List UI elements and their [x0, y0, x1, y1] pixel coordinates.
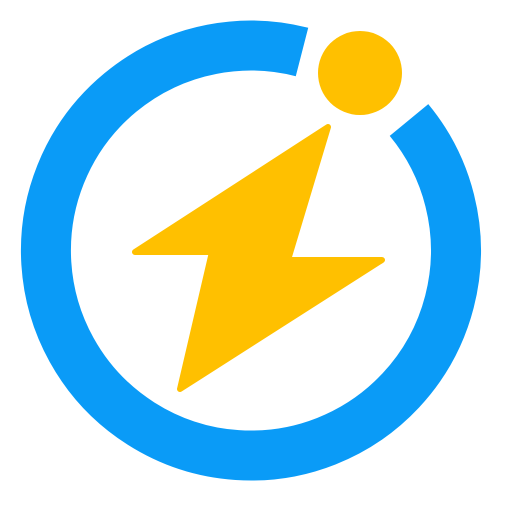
app-logo [20, 20, 481, 481]
logo-canvas [0, 0, 512, 512]
lightning-bolt-icon [132, 124, 385, 392]
dot-icon [318, 31, 402, 115]
